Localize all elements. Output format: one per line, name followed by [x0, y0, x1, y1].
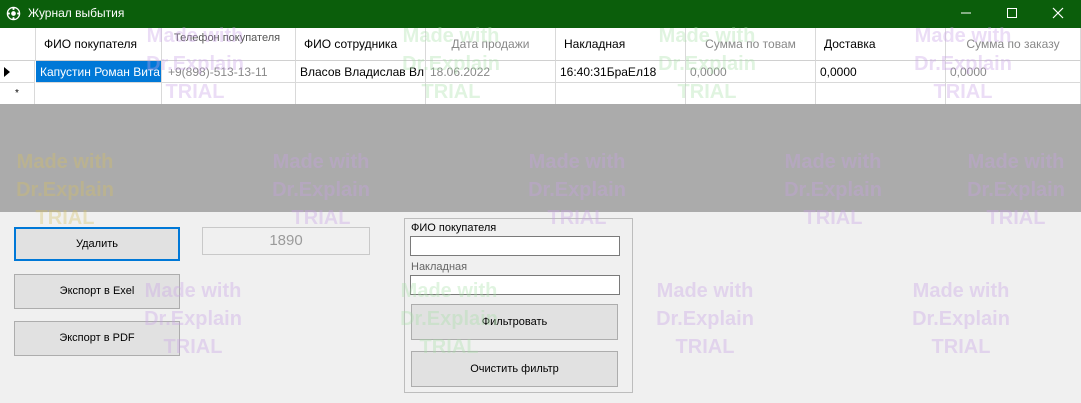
table-cell[interactable]: 0,0000 [686, 61, 816, 83]
table-cell[interactable]: 16:40:31БраЕл18 [556, 61, 686, 83]
row-header[interactable] [0, 61, 35, 83]
table-cell[interactable]: Капустин Роман Вита [36, 61, 162, 83]
close-icon [1052, 7, 1064, 19]
column-header[interactable]: Накладная [556, 28, 686, 61]
column-header[interactable]: Сумма по заказу [946, 28, 1081, 61]
table-cell[interactable] [686, 83, 816, 105]
table-cell[interactable] [296, 83, 426, 105]
invoice-label: Накладная [411, 261, 468, 273]
maximize-icon [1007, 8, 1017, 18]
close-button[interactable] [1035, 0, 1081, 28]
delete-button[interactable]: Удалить [14, 227, 180, 261]
minimize-icon [961, 12, 971, 14]
column-header[interactable]: Дата продажи [426, 28, 556, 61]
export-excel-button[interactable]: Экспорт в Exel [14, 274, 180, 309]
column-header[interactable]: Доставка [816, 28, 946, 61]
minimize-button[interactable] [943, 0, 989, 28]
column-header[interactable]: Сумма по товам [686, 28, 816, 61]
column-header[interactable]: ФИО сотрудника [296, 28, 426, 61]
new-row-marker[interactable]: * [0, 83, 35, 105]
table-cell[interactable] [162, 83, 296, 105]
trial-watermark: Made with Dr.Explain TRIAL [912, 280, 1010, 358]
maximize-button[interactable] [989, 0, 1035, 28]
column-header[interactable]: ФИО покупателя [36, 28, 162, 61]
table-cell[interactable]: 18.06.2022 [426, 61, 556, 83]
table-cell[interactable] [556, 83, 686, 105]
apply-filter-button[interactable]: Фильтровать [411, 304, 618, 340]
window-title: Журнал выбытия [28, 6, 125, 20]
column-header[interactable]: Телефон покупателя [162, 28, 296, 61]
table-cell[interactable] [946, 83, 1081, 105]
grid-corner [0, 28, 36, 61]
table-cell[interactable] [816, 83, 946, 105]
export-pdf-button[interactable]: Экспорт в PDF [14, 321, 180, 356]
app-icon [6, 6, 21, 21]
trial-watermark: Made with Dr.Explain TRIAL [656, 280, 754, 358]
table-cell[interactable]: +9(898)-513-13-11 [162, 61, 296, 83]
data-grid[interactable]: ФИО покупателя Телефон покупателя ФИО со… [0, 28, 1081, 105]
invoice-input[interactable] [410, 275, 620, 295]
table-cell[interactable]: 0,0000 [946, 61, 1081, 83]
title-bar: Журнал выбытия [0, 0, 1081, 28]
table-cell[interactable] [426, 83, 556, 105]
table-cell[interactable] [36, 83, 162, 105]
current-row-icon [4, 67, 10, 77]
table-cell[interactable]: 0,0000 [816, 61, 946, 83]
record-count: 1890 [202, 227, 370, 255]
buyer-label: ФИО покупателя [411, 222, 497, 234]
buyer-input[interactable] [410, 236, 620, 256]
grid-empty-area [0, 104, 1081, 212]
filter-group: ФИО покупателя Накладная Фильтровать Очи… [404, 218, 633, 393]
clear-filter-button[interactable]: Очистить фильтр [411, 351, 618, 387]
table-cell[interactable]: Власов Владислав Вл... [296, 61, 426, 83]
